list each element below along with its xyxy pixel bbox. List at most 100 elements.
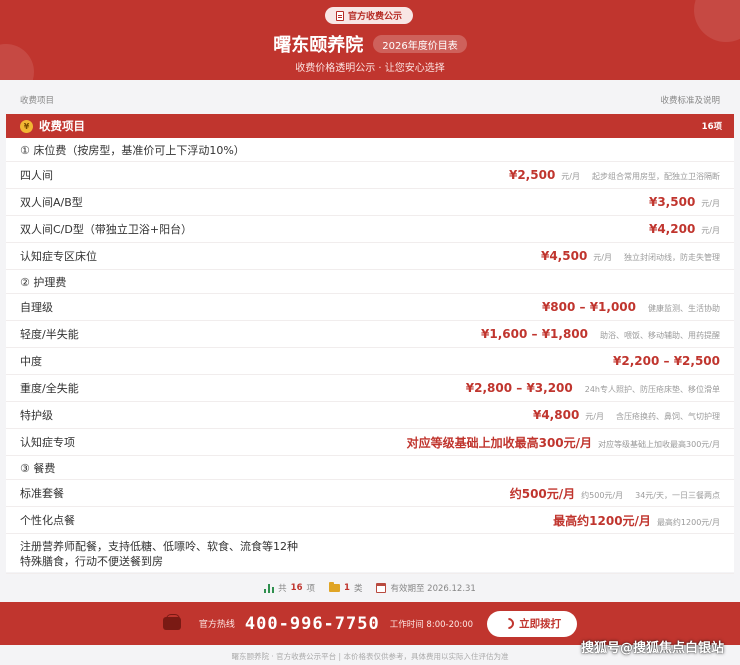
item-name: 注册营养师配餐，支持低糖、低嘌呤、软食、流食等12种特殊膳食，行动不便送餐到房: [20, 539, 298, 568]
price-cell: ¥2,200 – ¥2,500: [613, 354, 720, 368]
item-price: ¥4,800: [532, 408, 580, 422]
category-row: ③ 餐费: [6, 456, 734, 480]
item-price: 对应等级基础上加收最高300元/月: [406, 435, 593, 450]
item-name: 中度: [20, 355, 42, 368]
price-cell: ¥800 – ¥1,000 健康监测、生活协助: [542, 300, 720, 314]
item-name: 特护级: [20, 409, 53, 422]
summary-valid-text: 有效期至 2026.12.31: [390, 584, 476, 594]
item-unit: 元/月: [561, 172, 580, 181]
item-note: 24h专人照护、防压疮床垫、移位滑单: [584, 385, 720, 394]
table-rows: ① 床位费（按房型，基准价可上下浮动10%） 四人间 ¥2,500 元/月 起步组合常用…: [6, 138, 734, 574]
category-label: ② 护理费: [20, 275, 67, 289]
year-pill: 2026年度价目表: [373, 35, 467, 53]
item-unit: 对应等级基础上加收最高300元/月: [598, 439, 720, 449]
item-name: 标准套餐: [20, 487, 64, 500]
summary-bar: 共 16 项 1 类 有效期至 2026.12.31: [0, 580, 740, 596]
category-row: ② 护理费: [6, 270, 734, 294]
item-unit: 元/月: [593, 253, 612, 262]
watermark: 搜狐号@搜狐焦点白银站: [580, 641, 724, 656]
item-note: 含压疮换药、鼻饲、气切护理: [616, 412, 720, 421]
item-price: ¥4,200: [648, 222, 696, 236]
item-name: 双人间A/B型: [20, 196, 83, 209]
call-now-button[interactable]: 立即拨打: [487, 610, 578, 637]
table-row: 认知症专项 对应等级基础上加收最高300元/月 对应等级基础上加收最高300元/月: [6, 429, 734, 456]
item-name: 四人间: [20, 169, 53, 182]
price-cell: 最高约1200元/月 最高约1200元/月: [553, 512, 720, 529]
price-cell: ¥1,600 – ¥1,800 助浴、喂饭、移动辅助、用药提醒: [481, 327, 720, 341]
telephone-icon: [162, 614, 181, 630]
hotline-label: 官方热线: [198, 620, 235, 630]
summary-total-num: 16: [290, 583, 303, 593]
item-price: ¥4,500: [540, 249, 588, 263]
item-name: 重度/全失能: [20, 382, 79, 395]
table-row: 注册营养师配餐，支持低糖、低嘌呤、软食、流食等12种特殊膳食，行动不便送餐到房: [6, 534, 734, 574]
item-unit: 元/月: [585, 412, 604, 421]
page-subtitle: 收费价格透明公示 · 让您安心选择: [295, 63, 445, 74]
table-row: 双人间A/B型 ¥3,500 元/月: [6, 189, 734, 216]
table-row: 个性化点餐 最高约1200元/月 最高约1200元/月: [6, 507, 734, 534]
summary-cat-num: 1: [344, 583, 350, 593]
item-price: ¥3,500: [648, 195, 696, 209]
price-cell: ¥3,500 元/月: [649, 195, 720, 209]
section-count: 16项: [701, 122, 722, 132]
item-name: 双人间C/D型（带独立卫浴+阳台）: [20, 223, 193, 236]
folder-icon: [329, 582, 341, 592]
column-header: 收费项目 收费标准及说明: [0, 94, 740, 110]
item-price: ¥800 – ¥1,000: [541, 300, 636, 314]
item-note: 健康监测、生活协助: [648, 304, 720, 313]
table-row: 中度 ¥2,200 – ¥2,500: [6, 348, 734, 375]
item-price: ¥2,800 – ¥3,200: [465, 381, 573, 395]
document-icon: [335, 10, 344, 21]
table-row: 认知症专区床位 ¥4,500 元/月 独立封闭动线，防走失管理: [6, 243, 734, 270]
header-banner: 官方收费公示 曙东颐养院 2026年度价目表 收费价格透明公示 · 让您安心选择: [0, 0, 740, 80]
column-left-label: 收费项目: [20, 96, 55, 106]
table-row: 特护级 ¥4,800 元/月 含压疮换药、鼻饲、气切护理: [6, 402, 734, 429]
item-note: 起步组合常用房型，配独立卫浴隔断: [592, 172, 720, 181]
official-badge-label: 官方收费公示: [347, 12, 402, 22]
item-unit: 约500元/月: [581, 490, 624, 500]
official-badge: 官方收费公示: [325, 7, 413, 24]
table-row: 标准套餐 约500元/月 约500元/月 34元/天，一日三餐两点: [6, 480, 734, 507]
category-row: ① 床位费（按房型，基准价可上下浮动10%）: [6, 138, 734, 162]
price-cell: 对应等级基础上加收最高300元/月 对应等级基础上加收最高300元/月: [407, 434, 720, 451]
item-note: 独立封闭动线，防走失管理: [624, 253, 720, 262]
item-unit: 元/月: [701, 199, 720, 208]
call-now-label: 立即拨打: [519, 618, 562, 630]
item-name: 认知症专项: [20, 436, 75, 449]
table-row: 重度/全失能 ¥2,800 – ¥3,200 24h专人照护、防压疮床垫、移位滑单: [6, 375, 734, 402]
phone-handset-icon: [500, 615, 517, 632]
item-name: 轻度/半失能: [20, 328, 79, 341]
item-name: 认知症专区床位: [20, 250, 97, 263]
item-name: 自理级: [20, 301, 53, 314]
section-bar[interactable]: ¥ 收费项目 16项: [6, 114, 734, 138]
item-price: 最高约1200元/月: [553, 513, 651, 528]
item-unit: 元/月: [701, 226, 720, 235]
table-row: 四人间 ¥2,500 元/月 起步组合常用房型，配独立卫浴隔断: [6, 162, 734, 189]
hotline-number[interactable]: 400-996-7750: [245, 614, 380, 634]
page-title: 曙东颐养院: [273, 35, 364, 56]
summary-cat-suffix: 类: [353, 584, 363, 594]
item-price: ¥1,600 – ¥1,800: [481, 327, 588, 341]
item-note: 34元/天，一日三餐两点: [635, 490, 720, 500]
column-right-label: 收费标准及说明: [660, 96, 720, 106]
price-table: ¥ 收费项目 16项 ① 床位费（按房型，基准价可上下浮动10%） 四人间 ¥2,5…: [6, 114, 734, 574]
summary-validity: 有效期至 2026.12.31: [376, 580, 476, 596]
bar-chart-icon: [264, 583, 275, 593]
price-cell: 约500元/月 约500元/月 34元/天，一日三餐两点: [510, 485, 720, 502]
item-price: 约500元/月: [509, 486, 576, 501]
calendar-icon: [376, 583, 387, 593]
category-label: ① 床位费（按房型，基准价可上下浮动10%）: [20, 143, 245, 157]
summary-total-suffix: 项: [306, 584, 316, 594]
item-note: 助浴、喂饭、移动辅助、用药提醒: [600, 331, 720, 340]
item-name: 个性化点餐: [20, 514, 75, 527]
item-price: ¥2,200 – ¥2,500: [613, 354, 720, 368]
price-cell: ¥4,800 元/月 含压疮换药、鼻饲、气切护理: [533, 408, 720, 422]
table-row: 轻度/半失能 ¥1,600 – ¥1,800 助浴、喂饭、移动辅助、用药提醒: [6, 321, 734, 348]
summary-categories: 1 类: [329, 580, 362, 596]
summary-total: 共 16 项: [264, 580, 315, 596]
price-cell: ¥4,500 元/月 独立封闭动线，防走失管理: [541, 249, 720, 263]
item-price: ¥2,500: [508, 168, 556, 182]
table-row: 双人间C/D型（带独立卫浴+阳台） ¥4,200 元/月: [6, 216, 734, 243]
price-cell: ¥4,200 元/月: [649, 222, 720, 236]
section-title: 收费项目: [39, 119, 85, 133]
